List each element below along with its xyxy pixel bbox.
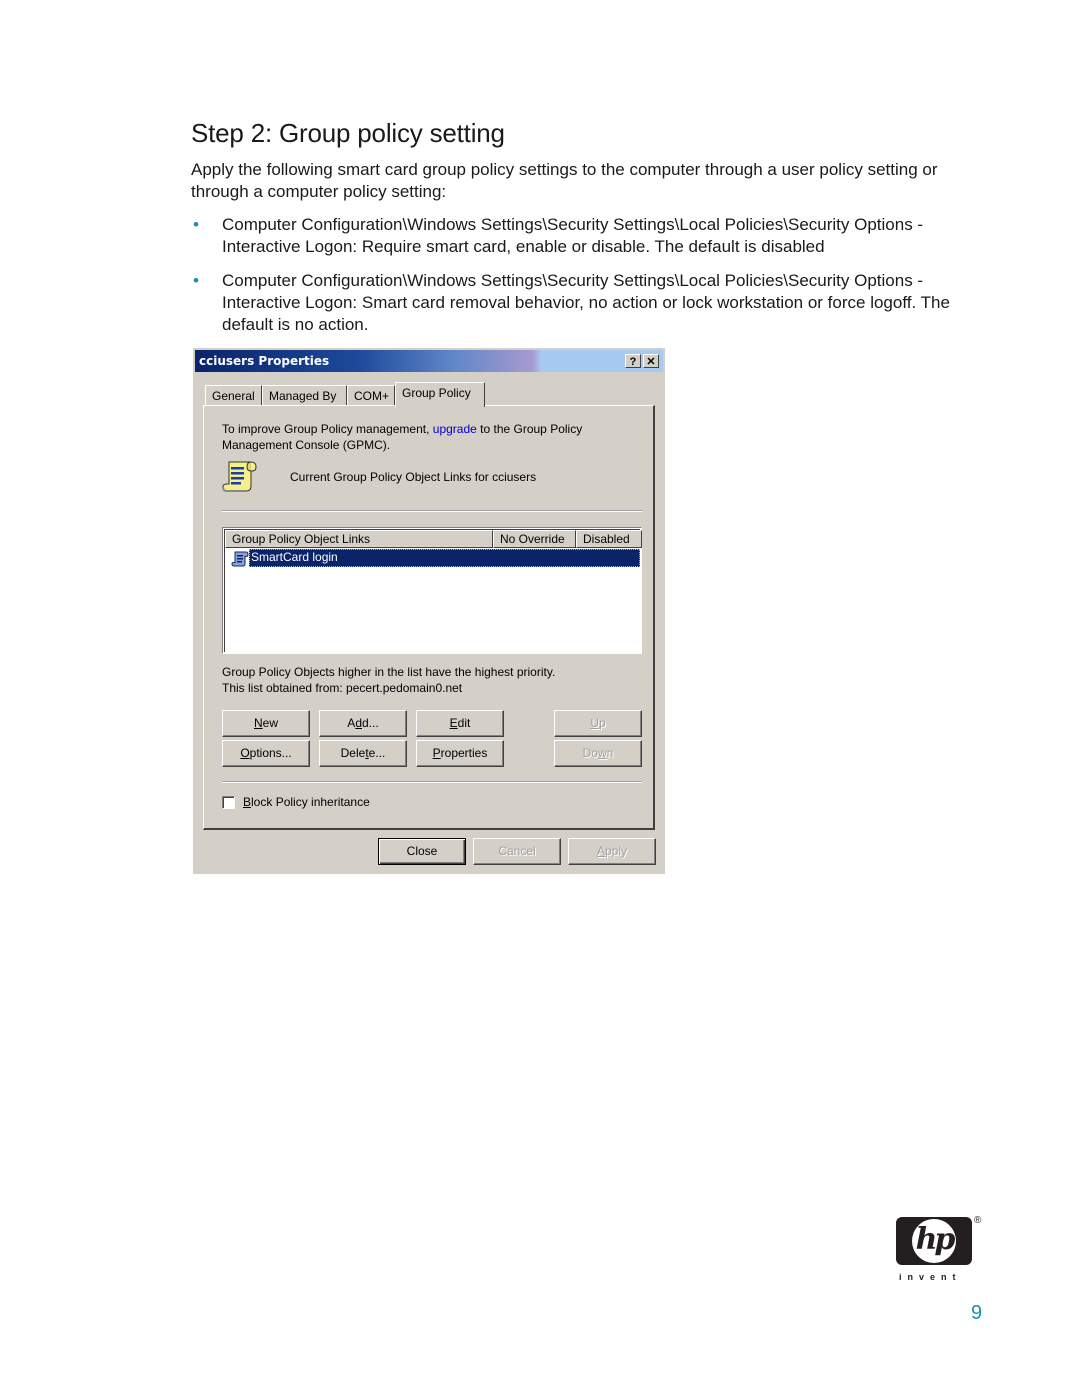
label-post: p (598, 716, 606, 730)
block-inheritance-label[interactable]: Block Policy inheritance (243, 795, 370, 809)
label-pre: Do (582, 746, 598, 760)
separator (222, 781, 642, 783)
policy-scroll-icon (222, 461, 257, 492)
close-button[interactable]: Close (378, 838, 466, 865)
label-post: ew (262, 716, 278, 730)
bullet-icon: • (193, 215, 199, 234)
upgrade-link[interactable]: upgrade (433, 422, 477, 436)
gpmc-notice: To improve Group Policy management, upgr… (222, 421, 642, 453)
hp-logo-letters: hp (915, 1222, 956, 1257)
label-key: O (240, 746, 250, 760)
help-button[interactable]: ? (625, 354, 641, 368)
label-post: pply (605, 844, 628, 858)
column-header-disabled[interactable]: Disabled (576, 530, 642, 548)
delete-button[interactable]: Delete... (319, 740, 407, 767)
hp-logo: hp (896, 1217, 972, 1265)
current-links-label: Current Group Policy Object Links for cc… (290, 470, 537, 484)
group-policy-panel: To improve Group Policy management, upgr… (203, 405, 655, 830)
label-post: lock Policy inheritance (251, 795, 370, 809)
up-button[interactable]: Up (554, 710, 642, 737)
gpo-links-list[interactable]: Group Policy Object Links No Override Di… (222, 527, 642, 654)
label-key: w (597, 746, 607, 760)
bullet-text: Computer Configuration\Windows Settings\… (222, 215, 924, 256)
hp-tagline: invent (899, 1272, 962, 1282)
column-header-gpo-links[interactable]: Group Policy Object Links (225, 530, 493, 548)
bullet-text: Computer Configuration\Windows Settings\… (222, 271, 950, 334)
label-key: d (355, 716, 362, 730)
bullet-item: • Computer Configuration\Windows Setting… (191, 270, 986, 336)
tab-group-policy[interactable]: Group Policy (395, 382, 485, 407)
registered-mark: ® (974, 1215, 982, 1226)
priority-note-text: Group Policy Objects higher in the list … (222, 665, 556, 679)
intro-paragraph: Apply the following smart card group pol… (191, 160, 938, 201)
label-key: A (596, 844, 605, 858)
label-pre: Dele (340, 746, 366, 760)
dialog-title: cciusers Properties (199, 354, 330, 368)
page-heading: Step 2: Group policy setting (191, 118, 505, 148)
policy-bullet-list: • Computer Configuration\Windows Setting… (191, 214, 986, 348)
obtained-from-text: This list obtained from: pecert.pedomain… (222, 681, 463, 695)
page-number: 9 (971, 1302, 983, 1324)
options-button[interactable]: Options... (222, 740, 310, 767)
apply-button[interactable]: Apply (568, 838, 656, 865)
label-post: e... (368, 746, 386, 760)
priority-note: Group Policy Objects higher in the list … (222, 664, 555, 696)
properties-dialog: cciusers Properties ? ✕ General Managed … (193, 348, 665, 874)
label-post: n (606, 746, 614, 760)
dialog-titlebar[interactable]: cciusers Properties ? ✕ (195, 350, 663, 372)
close-icon: ✕ (646, 356, 656, 368)
bullet-icon: • (193, 271, 199, 290)
bullet-item: • Computer Configuration\Windows Setting… (191, 214, 986, 258)
label-key: U (590, 716, 599, 730)
label-post: d... (362, 716, 379, 730)
tab-general[interactable]: General (205, 385, 262, 405)
block-inheritance-checkbox[interactable] (222, 796, 235, 809)
label-key: E (449, 716, 458, 730)
label-key: P (432, 746, 441, 760)
edit-button[interactable]: Edit (416, 710, 504, 737)
close-window-button[interactable]: ✕ (643, 354, 659, 368)
label-key: B (243, 795, 252, 809)
label-post: dit (457, 716, 471, 730)
properties-button[interactable]: Properties (416, 740, 504, 767)
column-header-no-override[interactable]: No Override (493, 530, 576, 548)
tab-managed-by[interactable]: Managed By (262, 385, 347, 405)
cancel-button[interactable]: Cancel (473, 838, 561, 865)
gpmc-text-before: To improve Group Policy management, (222, 422, 433, 436)
list-row-smartcard-login[interactable]: SmartCard login (227, 549, 640, 568)
separator (222, 510, 642, 512)
list-header: Group Policy Object Links No Override Di… (225, 530, 642, 548)
label-key: N (253, 716, 263, 730)
label-post: ptions... (249, 746, 292, 760)
down-button[interactable]: Down (554, 740, 642, 767)
label-post: roperties (440, 746, 488, 760)
gpo-name: SmartCard login (249, 549, 640, 567)
tab-com-plus[interactable]: COM+ (347, 385, 395, 405)
add-button[interactable]: Add... (319, 710, 407, 737)
new-button[interactable]: New (222, 710, 310, 737)
gpo-scroll-icon (231, 551, 249, 567)
